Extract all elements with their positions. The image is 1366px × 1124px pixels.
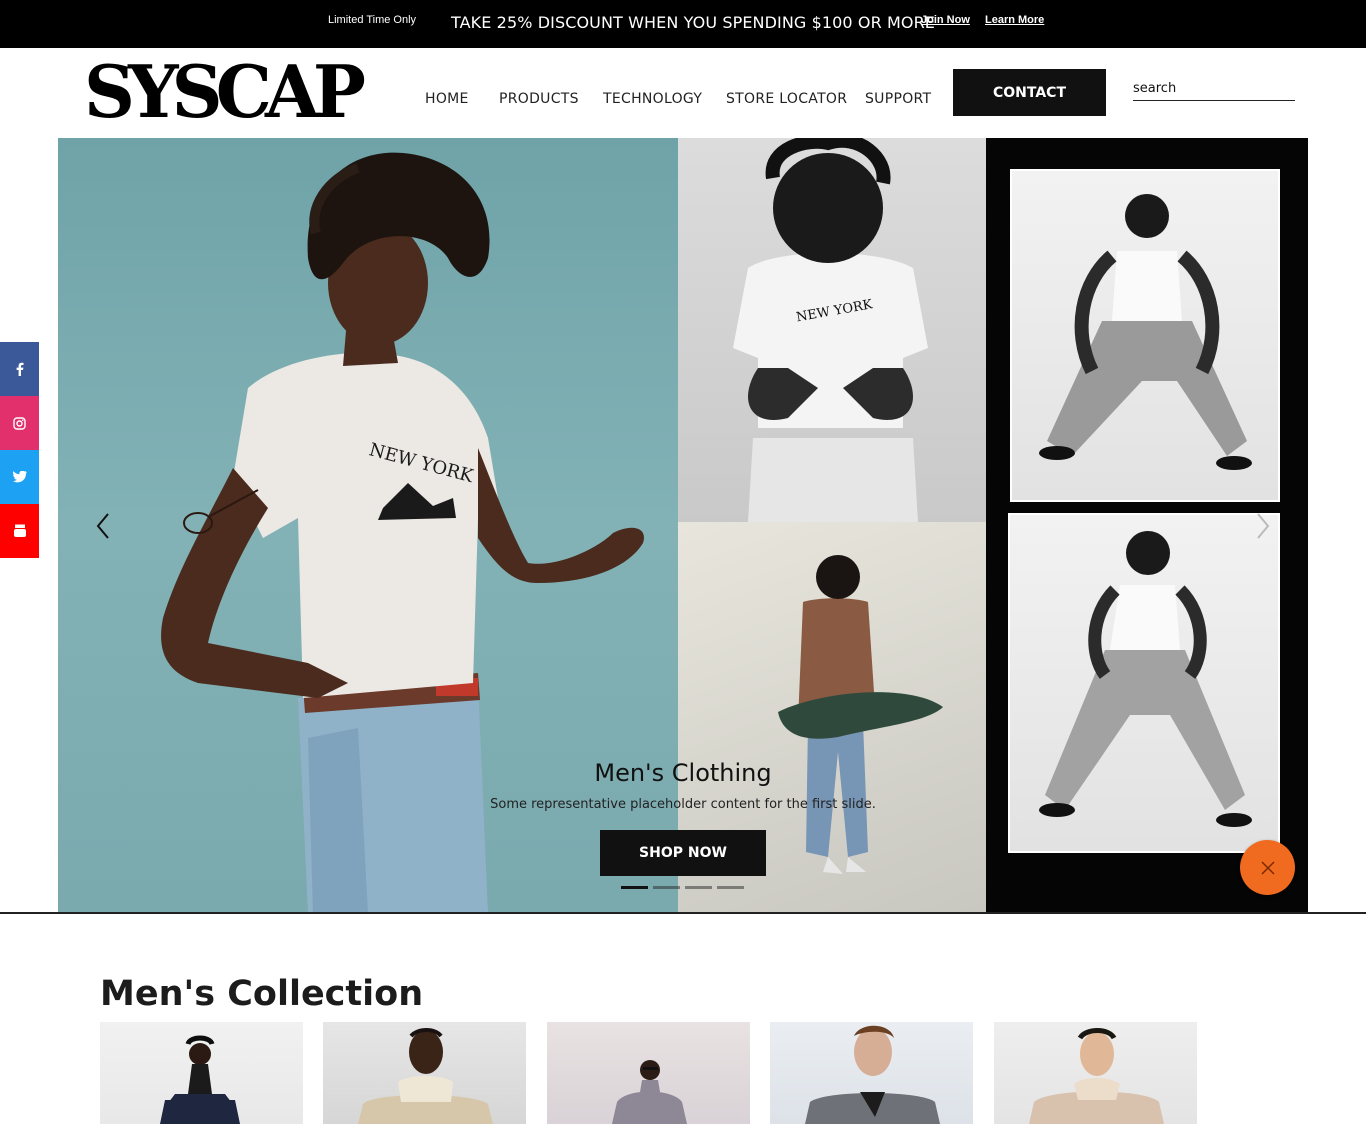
carousel-next-button[interactable] xyxy=(1250,510,1278,542)
collection-photo-5 xyxy=(1029,1028,1164,1124)
carousel-indicators xyxy=(621,886,744,889)
limited-time-label: Limited Time Only xyxy=(328,14,417,26)
facebook-icon xyxy=(16,362,23,376)
collection-card[interactable] xyxy=(547,1022,750,1124)
collection-card[interactable] xyxy=(100,1022,303,1124)
nav-products[interactable]: PRODUCTS xyxy=(499,91,579,107)
promo-bar: Limited Time Only TAKE 25% DISCOUNT WHEN… xyxy=(0,0,1366,48)
nav-home[interactable]: HOME xyxy=(425,91,469,107)
section-divider xyxy=(0,912,1366,914)
youtube-link[interactable] xyxy=(0,504,39,558)
facebook-link[interactable] xyxy=(0,342,39,396)
nav-support[interactable]: SUPPORT xyxy=(865,91,931,107)
chevron-right-icon xyxy=(1257,513,1270,539)
collection-title: Men's Collection xyxy=(100,974,424,1014)
hero-photo-bw-top: NEW YORK xyxy=(678,138,986,522)
collection-card[interactable] xyxy=(323,1022,526,1124)
collection-photo-4 xyxy=(805,1025,940,1124)
collection-photo-3 xyxy=(612,1060,687,1124)
instagram-link[interactable] xyxy=(0,396,39,450)
join-now-link[interactable]: Join Now xyxy=(921,14,970,26)
carousel-indicator-2[interactable] xyxy=(653,886,680,889)
collection-card[interactable] xyxy=(994,1022,1197,1124)
learn-more-link[interactable]: Learn More xyxy=(985,14,1044,26)
twitter-link[interactable] xyxy=(0,450,39,504)
discount-message: TAKE 25% DISCOUNT WHEN YOU SPENDING $100… xyxy=(451,13,936,32)
carousel-indicator-4[interactable] xyxy=(717,886,744,889)
model-figure-squat-top xyxy=(1039,194,1252,470)
youtube-icon xyxy=(13,524,26,537)
collection-card[interactable] xyxy=(770,1022,973,1124)
collection-photo-1 xyxy=(160,1035,240,1124)
chevron-left-icon xyxy=(96,513,109,539)
syscap-logo[interactable]: SYSCAP xyxy=(84,56,366,128)
twitter-icon xyxy=(12,471,27,483)
chat-close-button[interactable] xyxy=(1240,840,1295,895)
nav-technology[interactable]: TECHNOLOGY xyxy=(603,91,702,107)
contact-sheet-photo-top xyxy=(1010,169,1280,502)
nav-store-locator[interactable]: STORE LOCATOR xyxy=(726,91,847,107)
collection-photo-2 xyxy=(358,1028,493,1124)
shop-now-button[interactable]: SHOP NOW xyxy=(600,830,766,876)
slide-subtitle: Some representative placeholder content … xyxy=(490,797,876,812)
hero-carousel: NEW YORK NEW YORK Men's Clothing Some re… xyxy=(58,138,1308,913)
search-input[interactable] xyxy=(1133,76,1295,101)
carousel-indicator-1[interactable] xyxy=(621,886,648,889)
slide-title: Men's Clothing xyxy=(594,759,772,787)
model-figure-bw-top: NEW YORK xyxy=(733,138,928,522)
carousel-indicator-3[interactable] xyxy=(685,886,712,889)
close-icon xyxy=(1260,860,1275,875)
carousel-prev-button[interactable] xyxy=(90,510,118,542)
instagram-icon xyxy=(13,416,26,430)
contact-button[interactable]: CONTACT xyxy=(953,69,1106,116)
